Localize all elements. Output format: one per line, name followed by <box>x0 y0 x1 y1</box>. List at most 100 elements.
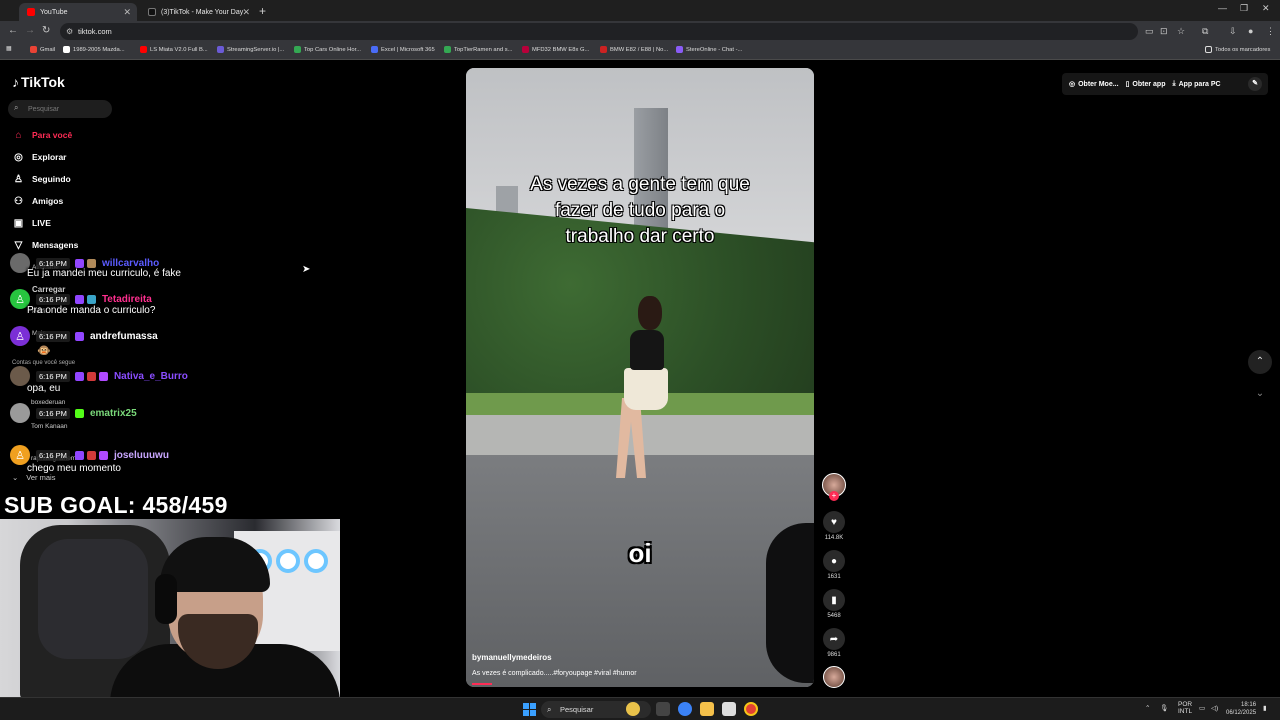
bookmark-favicon <box>600 46 607 53</box>
extensions-icon[interactable]: ⧉ <box>1202 26 1208 37</box>
bookmark-favicon <box>217 46 224 53</box>
badge-icon <box>86 450 96 460</box>
share-icon: ➦ <box>823 628 845 650</box>
bookmark-item[interactable]: StereOnline - Chat -... <box>676 46 742 53</box>
video-player[interactable]: As vezes a gente tem que fazer de tudo p… <box>466 68 814 687</box>
get-coins-button[interactable]: ◎ Obter Moe... <box>1069 80 1119 89</box>
bookmark-item[interactable]: StreamingServer.io |... <box>217 46 284 53</box>
next-video-button[interactable]: ⌄ <box>1248 382 1272 406</box>
badge-icon <box>98 371 108 381</box>
video-description[interactable]: As vezes é complicado.....#foryoupage #v… <box>472 670 637 677</box>
close-window-icon[interactable]: ✕ <box>1262 3 1270 14</box>
get-app-button[interactable]: ▯ Obter app <box>1126 80 1166 89</box>
bookmark-favicon <box>444 46 451 53</box>
pc-app-button[interactable]: ⤓ App para PC <box>1172 80 1220 88</box>
new-tab-icon[interactable]: + <box>259 4 266 18</box>
file-explorer-icon[interactable] <box>700 702 714 716</box>
nav-friends[interactable]: ⚇ Amigos <box>12 194 63 208</box>
follow-plus-icon[interactable]: + <box>829 491 839 501</box>
bookmark-item[interactable]: LS Miata V2.0 Full B... <box>140 46 208 53</box>
bookmark-label: Excel | Microsoft 365 <box>381 46 435 53</box>
bookmark-item[interactable]: MFD32 BMW E8x G... <box>522 46 589 53</box>
site-info-icon[interactable]: ⚙ <box>66 27 73 36</box>
translate-icon[interactable]: ⊡ <box>1160 26 1168 37</box>
volume-icon[interactable]: ◁) <box>1211 704 1218 712</box>
previous-video-button[interactable]: ⌃ <box>1248 350 1272 374</box>
bookmark-item[interactable]: Excel | Microsoft 365 <box>371 46 435 53</box>
fan-icon <box>276 549 300 573</box>
video-author[interactable]: bymanuellymedeiros <box>472 653 552 662</box>
save-button[interactable]: ▮ 5468 <box>822 589 846 619</box>
mic-icon[interactable]: 🎙 <box>1160 704 1168 712</box>
bookmark-item[interactable]: Gmail <box>30 46 55 53</box>
store-icon[interactable] <box>722 702 736 716</box>
bookmark-item[interactable]: 1989-2005 Mazda... <box>63 46 125 53</box>
address-bar[interactable]: ⚙ tiktok.com <box>60 23 1138 40</box>
bookmark-label: StereOnline - Chat -... <box>686 46 743 53</box>
tab-tiktok[interactable]: (3)TikTok - Make Your Day ✕ <box>140 3 256 21</box>
comment-button[interactable]: ● 1631 <box>822 550 846 580</box>
chrome-icon[interactable] <box>744 702 758 716</box>
followed-account-name[interactable]: Tom Kanaan <box>31 423 68 430</box>
create-pen-icon[interactable]: ✎ <box>1248 77 1262 91</box>
language-indicator[interactable]: POR INTL <box>1178 701 1192 715</box>
tray-chevron-icon[interactable]: ⌃ <box>1145 704 1150 712</box>
search-input[interactable]: ⌕ Pesquisar <box>8 100 112 118</box>
like-count: 114.8K <box>824 535 844 541</box>
close-tab-icon[interactable]: ✕ <box>242 7 250 18</box>
top-right-actions: ◎ Obter Moe... ▯ Obter app ⤓ App para PC ✎ <box>1062 73 1268 95</box>
network-icon[interactable]: ▭ <box>1199 704 1205 712</box>
task-view-icon[interactable] <box>656 702 670 716</box>
bookmark-item[interactable]: Top Cars Online Hor... <box>294 46 361 53</box>
tiktok-logo[interactable]: ♪ TikTok <box>12 74 65 90</box>
see-more-button[interactable]: ⌄ Ver mais <box>12 473 55 482</box>
music-disc-avatar[interactable] <box>823 666 845 688</box>
video-progress-bar[interactable] <box>472 683 492 685</box>
chat-text: Pra onde manda o curriculo? <box>27 305 156 316</box>
close-tab-icon[interactable]: ✕ <box>123 7 131 18</box>
back-icon[interactable]: ← <box>8 25 18 36</box>
language-code: POR <box>1178 701 1193 708</box>
clock-date: 06/12/2025 <box>1226 710 1257 716</box>
share-button[interactable]: ➦ 9861 <box>822 628 846 658</box>
reload-icon[interactable]: ↻ <box>42 25 50 36</box>
minimize-icon[interactable]: — <box>1218 3 1227 13</box>
nav-live[interactable]: ▣ LIVE <box>12 216 51 230</box>
get-app-label: Obter app <box>1132 80 1166 88</box>
bookmark-label: LS Miata V2.0 Full B... <box>150 46 208 53</box>
nav-following[interactable]: ♙ Seguindo <box>12 172 71 186</box>
chat-username: ematrix25 <box>89 407 137 419</box>
like-button[interactable]: ♥ 114.8K <box>822 511 846 541</box>
menu-icon[interactable]: ⋮ <box>1266 26 1275 37</box>
bookmark-label: StreamingServer.io |... <box>227 46 285 53</box>
nav-label: Para você <box>32 130 73 140</box>
bookmarks-bar: ▦ Gmail 1989-2005 Mazda... LS Miata V2.0… <box>0 42 1280 60</box>
chat-username: Tetadireita <box>101 293 152 305</box>
nav-for-you[interactable]: ⌂ Para você <box>12 128 72 142</box>
profile-icon[interactable]: ● <box>1248 26 1253 36</box>
chat-message: ♙ 6:16 PM andrefumassa <box>10 326 158 346</box>
logo-text: TikTok <box>21 74 65 90</box>
weather-icon[interactable] <box>626 702 640 716</box>
copilot-icon[interactable] <box>678 702 692 716</box>
cast-icon[interactable]: ▭ <box>1145 26 1154 37</box>
folder-icon <box>1205 46 1212 53</box>
bookmark-item[interactable]: TopTierRamen and s... <box>444 46 512 53</box>
bookmark-item[interactable]: BMW E82 / E88 | No... <box>600 46 668 53</box>
nav-messages[interactable]: ▽ Mensagens <box>12 238 79 252</box>
avatar: ♙ <box>10 326 30 346</box>
windows-start-icon[interactable] <box>523 703 536 716</box>
search-icon: ⌕ <box>547 704 552 714</box>
restore-icon[interactable]: ❐ <box>1240 3 1248 14</box>
nav-explore[interactable]: ◎ Explorar <box>12 150 66 164</box>
apps-icon[interactable]: ▦ <box>6 46 11 52</box>
clock[interactable]: 18:16 06/12/2025 <box>1226 701 1256 717</box>
forward-icon[interactable]: → <box>25 25 35 36</box>
following-icon: ♙ <box>14 173 23 185</box>
all-bookmarks[interactable]: Todos os marcadores <box>1205 46 1270 53</box>
tab-youtube[interactable]: YouTube ✕ <box>19 3 137 21</box>
search-placeholder: Pesquisar <box>28 105 60 113</box>
downloads-icon[interactable]: ⇩ <box>1229 26 1237 37</box>
notification-icon[interactable]: ▮ <box>1263 704 1267 712</box>
star-icon[interactable]: ☆ <box>1177 26 1185 37</box>
